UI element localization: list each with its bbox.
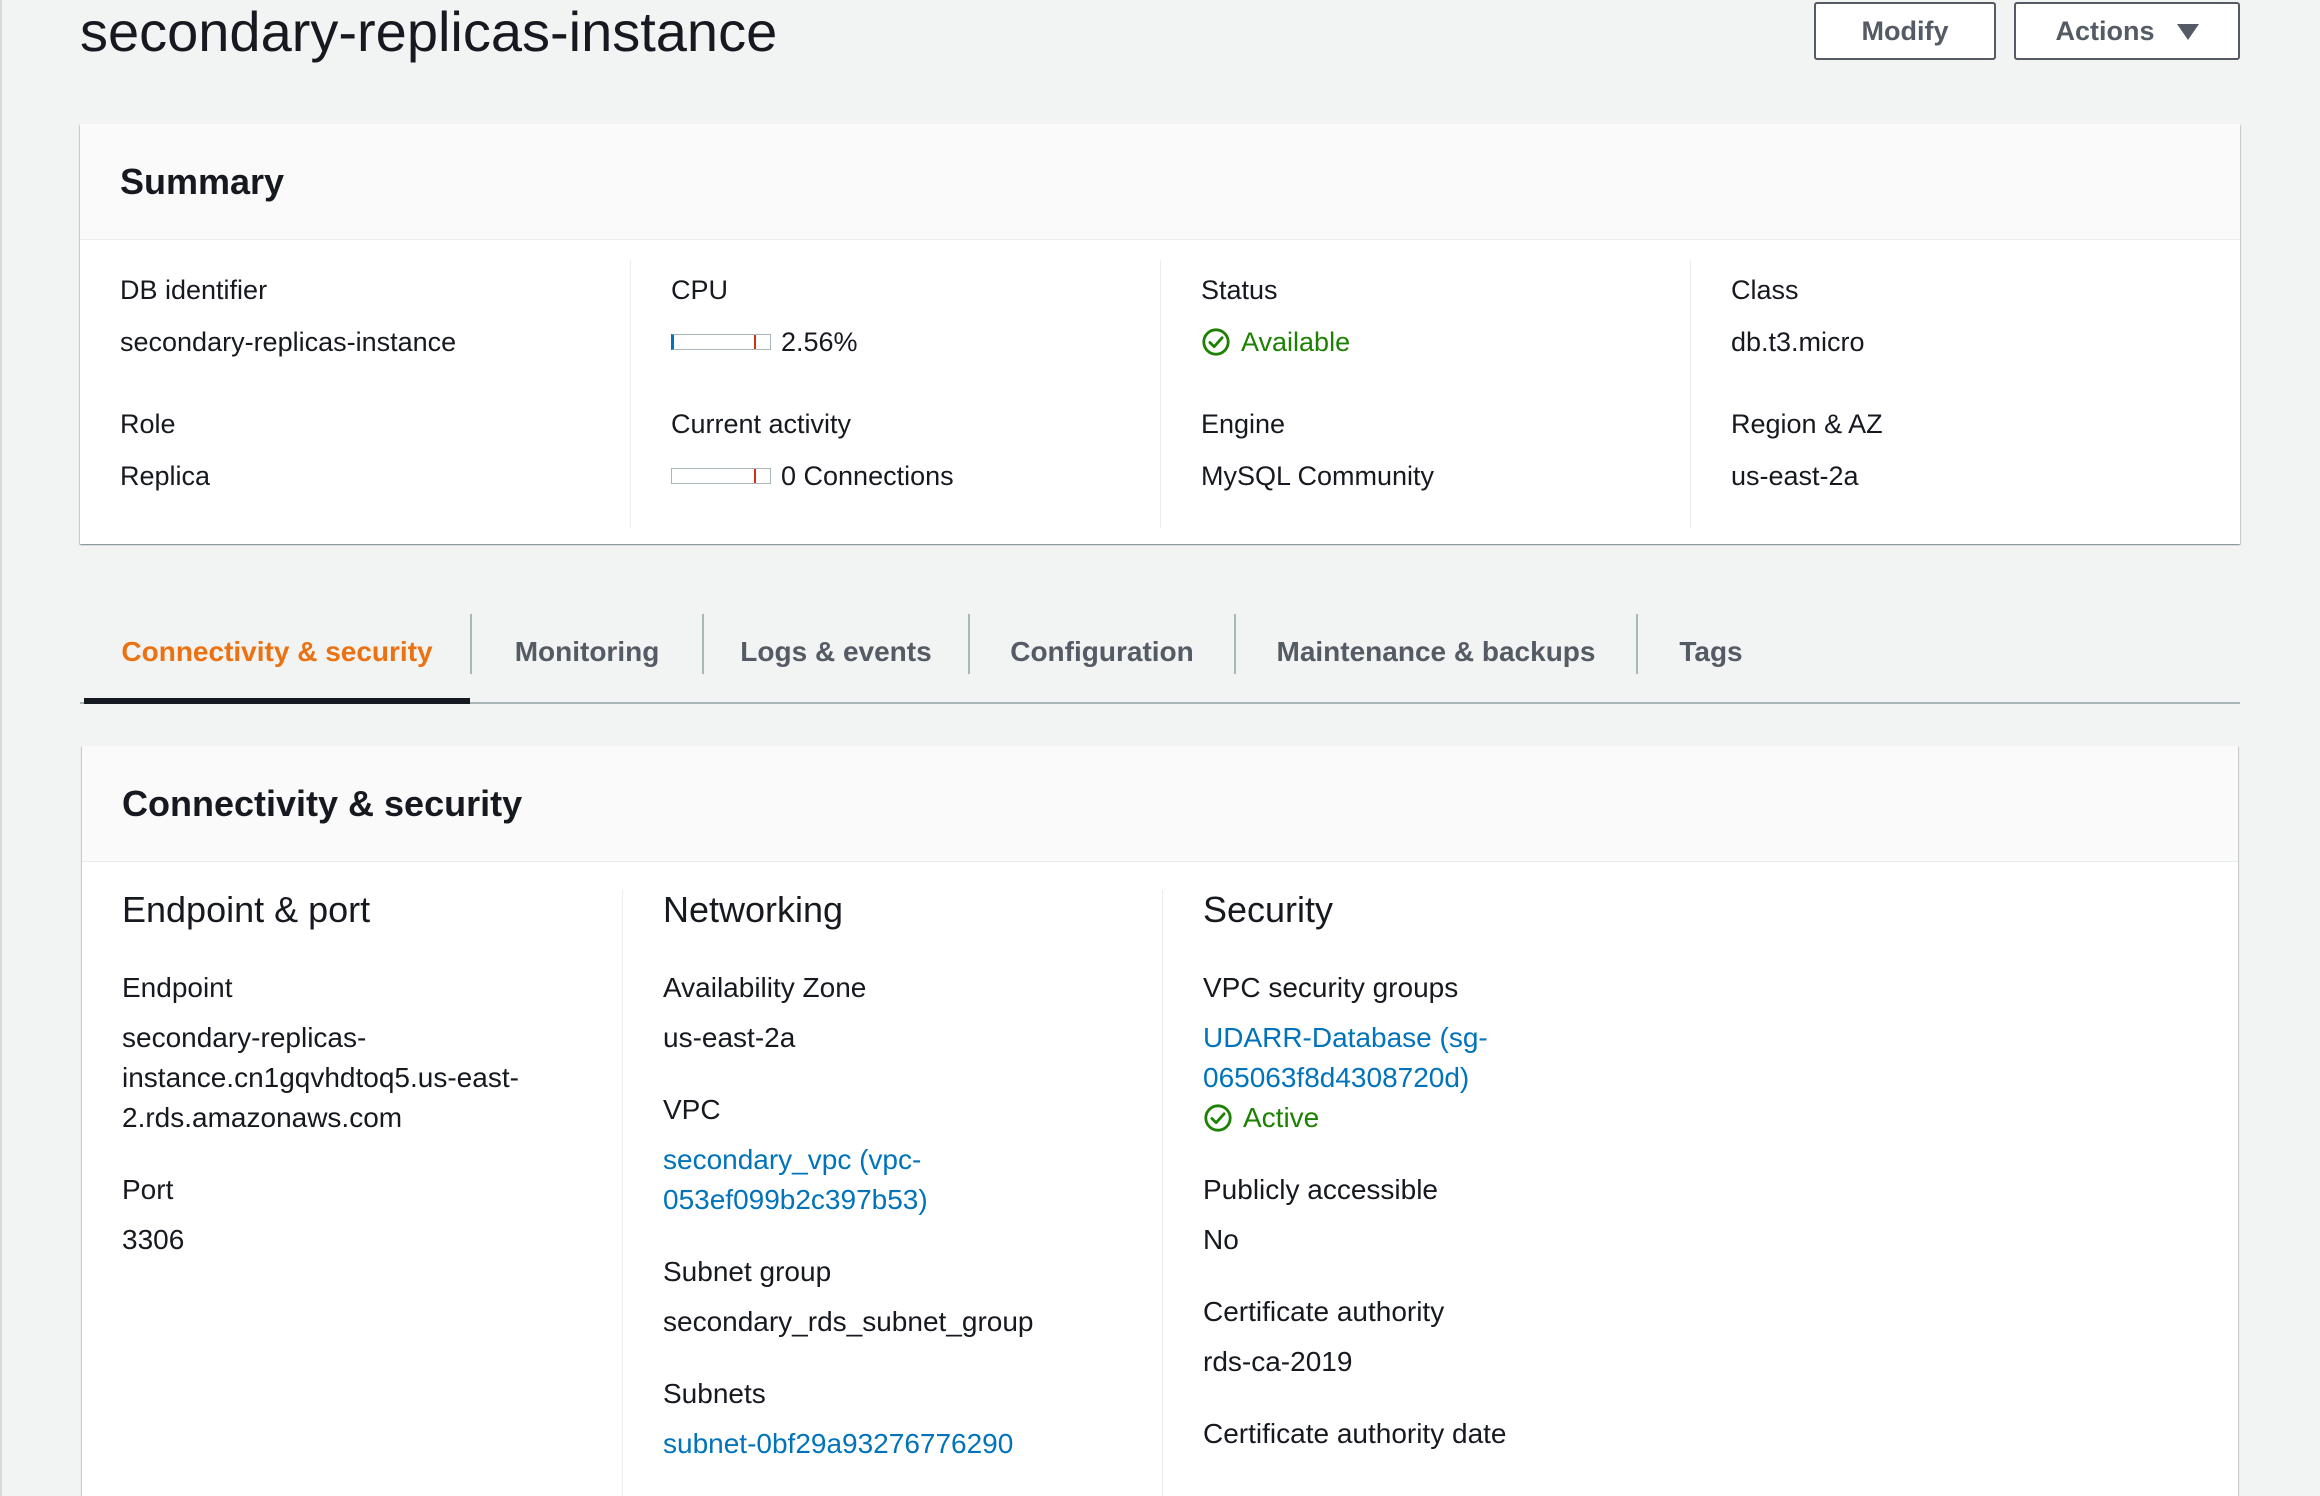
activity-meter — [671, 468, 771, 484]
port-value: 3306 — [122, 1224, 185, 1255]
publicly-accessible-value: No — [1203, 1224, 1239, 1255]
engine-label: Engine — [1201, 409, 1286, 439]
caret-down-icon — [2176, 24, 2199, 40]
status-label: Status — [1201, 275, 1278, 305]
security-group-status: Active — [1203, 1098, 2238, 1138]
modify-button[interactable]: Modify — [1814, 2, 1996, 60]
availability-zone-label: Availability Zone — [663, 972, 867, 1003]
cpu-value: 2.56% — [781, 327, 858, 357]
actions-dropdown-button[interactable]: Actions — [2014, 2, 2240, 60]
engine-value: MySQL Community — [1201, 461, 1435, 491]
page-title: secondary-replicas-instance — [80, 0, 778, 63]
current-activity-value: 0 Connections — [781, 461, 954, 491]
current-activity-label: Current activity — [671, 409, 852, 439]
port-label: Port — [122, 1174, 174, 1205]
status-value: Available — [1201, 322, 1690, 362]
vpc-label: VPC — [663, 1094, 721, 1125]
endpoint-value: secondary-replicas- instance.cn1gqvhdtoq… — [122, 1022, 519, 1133]
networking-section: Networking Availability Zone us-east-2a … — [622, 890, 1162, 1496]
availability-zone-value: us-east-2a — [663, 1022, 796, 1053]
certificate-authority-label: Certificate authority — [1203, 1296, 1445, 1327]
vpc-security-groups-label: VPC security groups — [1203, 972, 1459, 1003]
summary-column-metrics: CPU 2.56% Current activity 0 Connections — [630, 260, 1160, 528]
cpu-meter — [671, 334, 771, 350]
role-label: Role — [120, 409, 176, 439]
detail-tabs: Connectivity & security Monitoring Logs … — [80, 602, 2240, 704]
navigation-edge — [0, 0, 2, 1496]
db-identifier-label: DB identifier — [120, 275, 268, 305]
cpu-metric: 2.56% — [671, 322, 1160, 362]
status-text: Available — [1241, 327, 1351, 357]
status-success-icon — [1202, 328, 1230, 356]
subnet-group-value: secondary_rds_subnet_group — [663, 1306, 1034, 1337]
tab-configuration[interactable]: Configuration — [970, 602, 1234, 702]
summary-panel: Summary DB identifier secondary-replicas… — [80, 124, 2240, 544]
summary-column-status: Status Available Engine MySQL Community — [1160, 260, 1690, 528]
modify-button-label: Modify — [1861, 15, 1949, 46]
rds-instance-detail-page: secondary-replicas-instance Modify Actio… — [0, 0, 2320, 1496]
networking-heading: Networking — [663, 889, 844, 930]
tab-maintenance-backups[interactable]: Maintenance & backups — [1236, 602, 1636, 702]
region-az-label: Region & AZ — [1731, 409, 1883, 439]
connectivity-security-panel: Connectivity & security Endpoint & port … — [82, 746, 2238, 1496]
actions-button-label: Actions — [2055, 15, 2155, 46]
tab-logs-events[interactable]: Logs & events — [704, 602, 968, 702]
status-success-icon — [1204, 1104, 1232, 1132]
tab-tags[interactable]: Tags — [1638, 602, 1784, 702]
publicly-accessible-label: Publicly accessible — [1203, 1174, 1438, 1205]
summary-columns: DB identifier secondary-replicas-instanc… — [80, 240, 2240, 544]
region-az-value: us-east-2a — [1731, 461, 1859, 491]
connectivity-title: Connectivity & security — [122, 782, 523, 824]
summary-title: Summary — [120, 160, 285, 202]
current-activity-metric: 0 Connections — [671, 456, 1160, 496]
summary-column-identifier: DB identifier secondary-replicas-instanc… — [80, 260, 630, 528]
security-group-link[interactable]: UDARR-Database (sg- 065063f8d4308720d) — [1203, 1022, 1488, 1093]
security-section: Security VPC security groups UDARR-Datab… — [1162, 890, 2238, 1496]
summary-column-class: Class db.t3.micro Region & AZ us-east-2a — [1690, 260, 2240, 528]
certificate-authority-date-label: Certificate authority date — [1203, 1418, 1507, 1449]
cpu-label: CPU — [671, 275, 729, 305]
security-group-status-text: Active — [1243, 1102, 1320, 1133]
subnet-group-label: Subnet group — [663, 1256, 832, 1287]
tab-monitoring[interactable]: Monitoring — [472, 602, 702, 702]
role-value: Replica — [120, 461, 211, 491]
subnet-link[interactable]: subnet-0bf29a93276776290 — [663, 1428, 1013, 1459]
tab-connectivity-security[interactable]: Connectivity & security — [84, 602, 470, 704]
endpoint-port-section: Endpoint & port Endpoint secondary-repli… — [82, 890, 622, 1496]
vpc-link[interactable]: secondary_vpc (vpc- 053ef099b2c397b53) — [663, 1144, 928, 1215]
db-identifier-value: secondary-replicas-instance — [120, 327, 457, 357]
class-value: db.t3.micro — [1731, 327, 1865, 357]
endpoint-port-heading: Endpoint & port — [122, 889, 371, 930]
endpoint-label: Endpoint — [122, 972, 233, 1003]
security-heading: Security — [1203, 889, 1334, 930]
connectivity-header: Connectivity & security — [82, 746, 2238, 862]
summary-header: Summary — [80, 124, 2240, 240]
subnets-label: Subnets — [663, 1378, 766, 1409]
certificate-authority-value: rds-ca-2019 — [1203, 1346, 1353, 1377]
class-label: Class — [1731, 275, 1799, 305]
